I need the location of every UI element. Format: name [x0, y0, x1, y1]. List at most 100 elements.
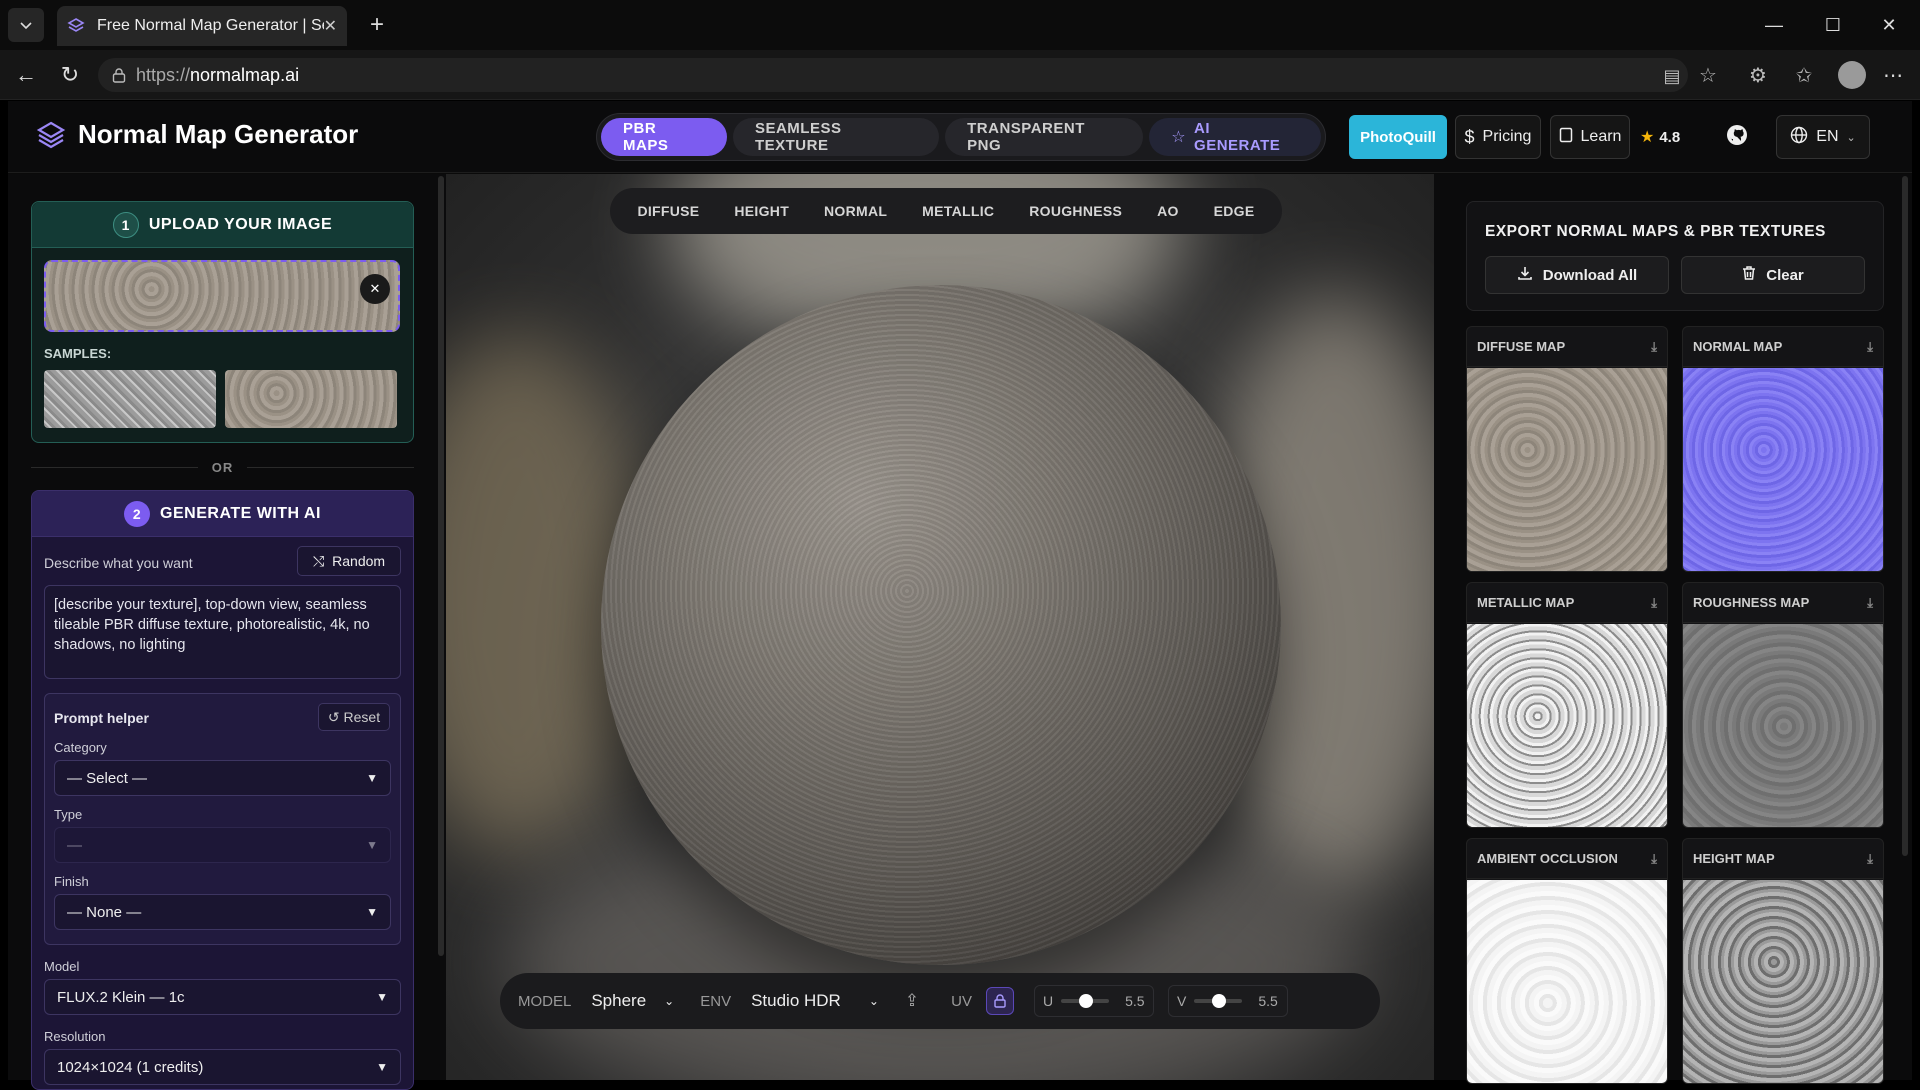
- brand[interactable]: Normal Map Generator: [36, 119, 358, 150]
- uploaded-image-preview[interactable]: [44, 260, 400, 332]
- favorites-icon[interactable]: ✩: [1792, 63, 1816, 87]
- download-icon[interactable]: ⤓: [1651, 851, 1657, 867]
- map-tab-height[interactable]: HEIGHT: [734, 203, 789, 219]
- download-icon[interactable]: ⤓: [1867, 595, 1873, 611]
- github-button[interactable]: [1720, 115, 1754, 159]
- model-label: Model: [44, 959, 80, 974]
- normal-map-preview: [1683, 368, 1883, 571]
- model-dropdown[interactable]: Sphere ⌄: [591, 991, 674, 1011]
- download-icon[interactable]: ⤓: [1651, 339, 1657, 355]
- map-tab-roughness[interactable]: ROUGHNESS: [1029, 203, 1122, 219]
- random-button[interactable]: ⤭ Random: [297, 546, 401, 576]
- address-bar[interactable]: https://normalmap.ai: [98, 58, 1688, 92]
- right-scrollbar[interactable]: [1902, 176, 1908, 856]
- map-card-ambient-occlusion[interactable]: AMBIENT OCCLUSION ⤓: [1466, 838, 1668, 1084]
- left-scrollbar[interactable]: [438, 176, 444, 956]
- map-tab-normal[interactable]: NORMAL: [824, 203, 887, 219]
- download-all-label: Download All: [1542, 266, 1638, 284]
- upload-title: UPLOAD YOUR IMAGE: [148, 215, 333, 233]
- finish-select[interactable]: — None — ▼: [54, 894, 391, 930]
- preview-sphere[interactable]: [601, 285, 1281, 965]
- samples-label: SAMPLES:: [44, 346, 112, 361]
- v-slider-track[interactable]: [1194, 994, 1243, 1008]
- map-tab-diffuse[interactable]: DIFFUSE: [637, 203, 699, 219]
- category-select[interactable]: — Select — ▼: [54, 760, 391, 796]
- divider-line: [247, 466, 414, 468]
- map-tab-ao[interactable]: AO: [1157, 203, 1179, 219]
- new-tab-icon[interactable]: +: [362, 10, 392, 40]
- download-icon[interactable]: ⤓: [1867, 851, 1873, 867]
- type-value: —: [67, 836, 82, 854]
- map-card-metallic[interactable]: METALLIC MAP ⤓: [1466, 582, 1668, 828]
- sample-diamond-plate[interactable]: [44, 370, 216, 428]
- 3d-viewport[interactable]: DIFFUSE HEIGHT NORMAL METALLIC ROUGHNESS…: [446, 174, 1434, 1080]
- globe-icon: [1790, 126, 1808, 149]
- reload-icon[interactable]: ↻: [56, 62, 84, 88]
- u-slider-knob[interactable]: [1079, 994, 1094, 1008]
- generate-card: 2 GENERATE WITH AI Describe what you wan…: [31, 490, 414, 1090]
- map-card-diffuse[interactable]: DIFFUSE MAP ⤓: [1466, 326, 1668, 572]
- model-value: FLUX.2 Klein — 1c: [57, 988, 185, 1006]
- brand-name: Normal Map Generator: [78, 119, 359, 149]
- app: Normal Map Generator PBR MAPS SEAMLESS T…: [8, 101, 1912, 1090]
- learn-button[interactable]: Learn: [1550, 115, 1630, 159]
- tab-list-chevron-icon[interactable]: [8, 8, 44, 42]
- reader-icon[interactable]: ▤: [1660, 64, 1684, 88]
- step-badge: 2: [124, 500, 151, 527]
- more-menu-icon[interactable]: ⋯: [1880, 63, 1906, 87]
- star-icon: ★: [1640, 129, 1655, 146]
- download-all-button[interactable]: Download All: [1485, 256, 1669, 294]
- resolution-value: 1024×1024 (1 credits): [57, 1058, 204, 1076]
- back-icon[interactable]: ←: [12, 62, 40, 88]
- map-card-title: NORMAL MAP: [1693, 339, 1783, 354]
- sample-stone[interactable]: [225, 370, 397, 428]
- download-icon: [1517, 265, 1533, 285]
- type-select[interactable]: — ▼: [54, 827, 391, 863]
- caret-down-icon: ▼: [366, 905, 378, 919]
- extensions-icon[interactable]: ⚙: [1746, 63, 1770, 87]
- url-host: normalmap.ai: [190, 64, 300, 85]
- download-icon[interactable]: ⤓: [1651, 595, 1657, 611]
- uv-lock-button[interactable]: [986, 987, 1014, 1015]
- v-slider-knob[interactable]: [1212, 994, 1227, 1008]
- viewport-controls: MODEL Sphere ⌄ ENV Studio HDR ⌄ ⇪ UV U 5…: [500, 973, 1380, 1029]
- map-card-header: HEIGHT MAP ⤓: [1683, 839, 1883, 879]
- mode-transparent-png[interactable]: TRANSPARENT PNG: [945, 118, 1144, 156]
- map-card-header: AMBIENT OCCLUSION ⤓: [1467, 839, 1667, 879]
- map-tab-edge[interactable]: EDGE: [1214, 203, 1255, 219]
- close-tab-icon[interactable]: ✕: [324, 16, 337, 36]
- learn-label: Learn: [1580, 128, 1622, 145]
- mode-pbr-maps[interactable]: PBR MAPS: [601, 118, 727, 156]
- prompt-textarea[interactable]: [describe your texture], top-down view, …: [44, 585, 401, 679]
- upload-hdr-icon[interactable]: ⇪: [905, 991, 919, 1011]
- clear-button[interactable]: Clear: [1681, 256, 1865, 294]
- v-value: 5.5: [1258, 993, 1278, 1009]
- mode-ai-generate[interactable]: ☆ AI GENERATE: [1149, 118, 1321, 156]
- category-value: — Select —: [67, 769, 148, 787]
- minimize-icon[interactable]: —: [1754, 10, 1794, 40]
- u-slider-track[interactable]: [1061, 994, 1110, 1008]
- profile-avatar[interactable]: [1838, 61, 1866, 89]
- env-dropdown[interactable]: Studio HDR ⌄: [751, 991, 879, 1011]
- browser-tab[interactable]: Free Normal Map Generator | Sear ✕: [57, 6, 347, 46]
- close-window-icon[interactable]: ✕: [1869, 10, 1909, 40]
- pricing-button[interactable]: $ Pricing: [1455, 115, 1541, 159]
- mode-seamless-texture[interactable]: SEAMLESS TEXTURE: [732, 118, 940, 156]
- favorite-star-icon[interactable]: ☆: [1696, 63, 1720, 87]
- map-card-title: AMBIENT OCCLUSION: [1477, 851, 1618, 866]
- map-card-roughness[interactable]: ROUGHNESS MAP ⤓: [1682, 582, 1884, 828]
- v-slider[interactable]: V 5.5: [1168, 985, 1288, 1017]
- maximize-icon[interactable]: ☐: [1813, 10, 1853, 40]
- map-tab-metallic[interactable]: METALLIC: [922, 203, 994, 219]
- map-card-height[interactable]: HEIGHT MAP ⤓: [1682, 838, 1884, 1084]
- u-slider[interactable]: U 5.5: [1034, 985, 1154, 1017]
- reset-button[interactable]: ↺ Reset: [318, 703, 390, 731]
- download-icon[interactable]: ⤓: [1867, 339, 1873, 355]
- layers-icon: [67, 17, 85, 35]
- map-card-normal[interactable]: NORMAL MAP ⤓: [1682, 326, 1884, 572]
- book-icon: [1559, 127, 1573, 148]
- photoquill-button[interactable]: PhotoQuill: [1349, 115, 1447, 159]
- model-select[interactable]: FLUX.2 Klein — 1c ▼: [44, 979, 401, 1015]
- language-select[interactable]: EN ⌄: [1776, 115, 1870, 159]
- remove-image-button[interactable]: ✕: [360, 274, 390, 304]
